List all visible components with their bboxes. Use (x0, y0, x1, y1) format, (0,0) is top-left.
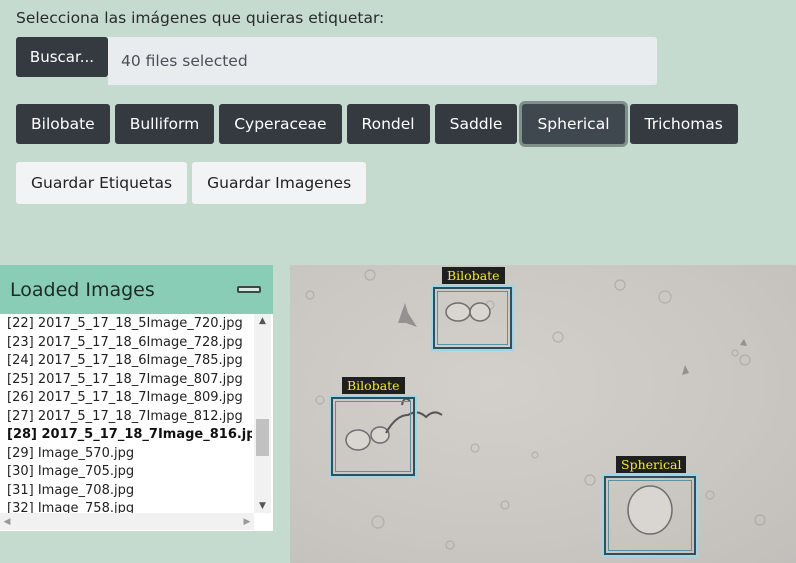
label-button-bulliform[interactable]: Bulliform (114, 104, 215, 144)
bounding-box[interactable] (431, 285, 514, 351)
image-list: [22] 2017_5_17_18_5Image_720.jpg [23] 201… (7, 315, 252, 513)
horizontal-scrollbar[interactable]: ◀ ▶ (0, 513, 254, 530)
bounding-box[interactable] (602, 474, 698, 557)
annotation-label: Bilobate (442, 267, 505, 284)
save-actions: Guardar Etiquetas Guardar Imagenes (16, 162, 367, 204)
file-input[interactable]: Buscar... 40 files selected (16, 37, 657, 85)
save-images-button[interactable]: Guardar Imagenes (192, 162, 367, 204)
label-button-cyperaceae[interactable]: Cyperaceae (219, 104, 342, 144)
list-item[interactable]: [29] Image_570.jpg (7, 445, 252, 464)
label-button-group: Bilobate Bulliform Cyperaceae Rondel Saddle S… (16, 104, 738, 144)
list-item[interactable]: [25] 2017_5_17_18_7Image_807.jpg (7, 371, 252, 390)
list-item[interactable]: [30] Image_705.jpg (7, 463, 252, 482)
list-item[interactable]: [31] Image_708.jpg (7, 482, 252, 501)
minimize-icon[interactable] (237, 286, 261, 293)
annotation-label: Spherical (616, 456, 687, 473)
list-item[interactable]: [26] 2017_5_17_18_7Image_809.jpg (7, 389, 252, 408)
list-item[interactable]: [23] 2017_5_17_18_6Image_728.jpg (7, 334, 252, 353)
label-button-rondel[interactable]: Rondel (346, 104, 430, 144)
bounding-box[interactable] (329, 395, 417, 478)
scroll-left-icon[interactable]: ◀ (0, 513, 14, 530)
list-item[interactable]: [27] 2017_5_17_18_7Image_812.jpg (7, 408, 252, 427)
list-item[interactable]: [22] 2017_5_17_18_5Image_720.jpg (7, 315, 252, 334)
loaded-images-panel: Loaded Images [22] 2017_5_17_18_5Image_7… (0, 265, 273, 531)
image-listbox[interactable]: [22] 2017_5_17_18_5Image_720.jpg [23] 201… (0, 314, 273, 531)
list-item[interactable]: [28] 2017_5_17_18_7Image_816.jpg (7, 426, 252, 445)
vertical-scrollbar[interactable]: ▲ ▼ (254, 314, 271, 513)
scroll-right-icon[interactable]: ▶ (240, 513, 254, 530)
label-button-spherical[interactable]: Spherical (522, 104, 625, 144)
file-status-field[interactable]: 40 files selected (108, 37, 657, 85)
scroll-down-icon[interactable]: ▼ (254, 499, 271, 513)
list-item[interactable]: [32] Image_758.jpg (7, 500, 252, 513)
browse-button[interactable]: Buscar... (16, 37, 108, 77)
panel-header: Loaded Images (0, 265, 273, 314)
panel-title: Loaded Images (10, 278, 155, 301)
scroll-up-icon[interactable]: ▲ (254, 314, 271, 328)
save-labels-button[interactable]: Guardar Etiquetas (16, 162, 188, 204)
instruction-text: Selecciona las imágenes que quieras etiq… (16, 9, 385, 27)
label-button-saddle[interactable]: Saddle (434, 104, 518, 144)
image-viewer[interactable]: Bilobate Bilobate Spherical (290, 265, 796, 563)
annotation-label: Bilobate (342, 377, 405, 394)
label-button-bilobate[interactable]: Bilobate (16, 104, 110, 144)
scroll-thumb[interactable] (256, 419, 269, 456)
list-item[interactable]: [24] 2017_5_17_18_6Image_785.jpg (7, 352, 252, 371)
label-button-trichomas[interactable]: Trichomas (629, 104, 738, 144)
